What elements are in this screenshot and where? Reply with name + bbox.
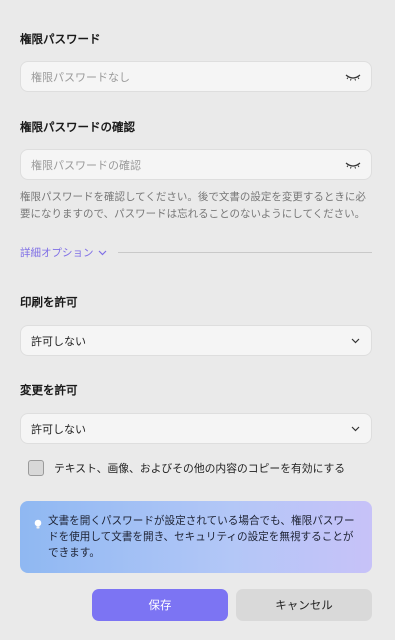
advanced-options-toggle[interactable]: 詳細オプション <box>20 245 107 260</box>
lightbulb-icon <box>34 515 44 573</box>
allow-change-value: 許可しない <box>31 422 86 436</box>
confirm-password-label: 権限パスワードの確認 <box>20 120 135 134</box>
permission-password-placeholder: 権限パスワードなし <box>31 70 130 84</box>
copy-option-checkbox[interactable] <box>28 460 44 476</box>
allow-print-label: 印刷を許可 <box>20 295 78 309</box>
eye-closed-icon[interactable] <box>345 72 361 82</box>
cancel-button[interactable]: キャンセル <box>236 589 372 621</box>
copy-option-row[interactable]: テキスト、画像、およびその他の内容のコピーを有効にする <box>28 460 345 476</box>
allow-change-select[interactable]: 許可しない <box>20 413 372 444</box>
allow-change-label: 変更を許可 <box>20 383 78 397</box>
confirm-password-input[interactable]: 権限パスワードの確認 <box>20 149 372 180</box>
permission-password-input[interactable]: 権限パスワードなし <box>20 61 372 92</box>
confirm-password-hint: 権限パスワードを確認してください。後で文書の設定を変更するときに必要になりますの… <box>20 191 366 220</box>
chevron-down-icon <box>98 247 107 259</box>
chevron-down-icon <box>349 423 361 435</box>
info-notice-text: 文書を開くパスワードが設定されている場合でも、権限パスワードを使用して文書を開き… <box>48 515 355 559</box>
allow-print-value: 許可しない <box>31 334 86 348</box>
copy-option-label: テキスト、画像、およびその他の内容のコピーを有効にする <box>54 462 346 475</box>
info-notice: 文書を開くパスワードが設定されている場合でも、権限パスワードを使用して文書を開き… <box>20 501 372 573</box>
permission-password-label: 権限パスワード <box>20 32 101 46</box>
advanced-options-divider <box>118 252 372 253</box>
confirm-password-placeholder: 権限パスワードの確認 <box>31 158 141 172</box>
allow-print-select[interactable]: 許可しない <box>20 325 372 356</box>
save-button[interactable]: 保存 <box>92 589 228 621</box>
eye-closed-icon[interactable] <box>345 160 361 170</box>
chevron-down-icon <box>349 335 361 347</box>
advanced-options-label: 詳細オプション <box>20 247 94 259</box>
